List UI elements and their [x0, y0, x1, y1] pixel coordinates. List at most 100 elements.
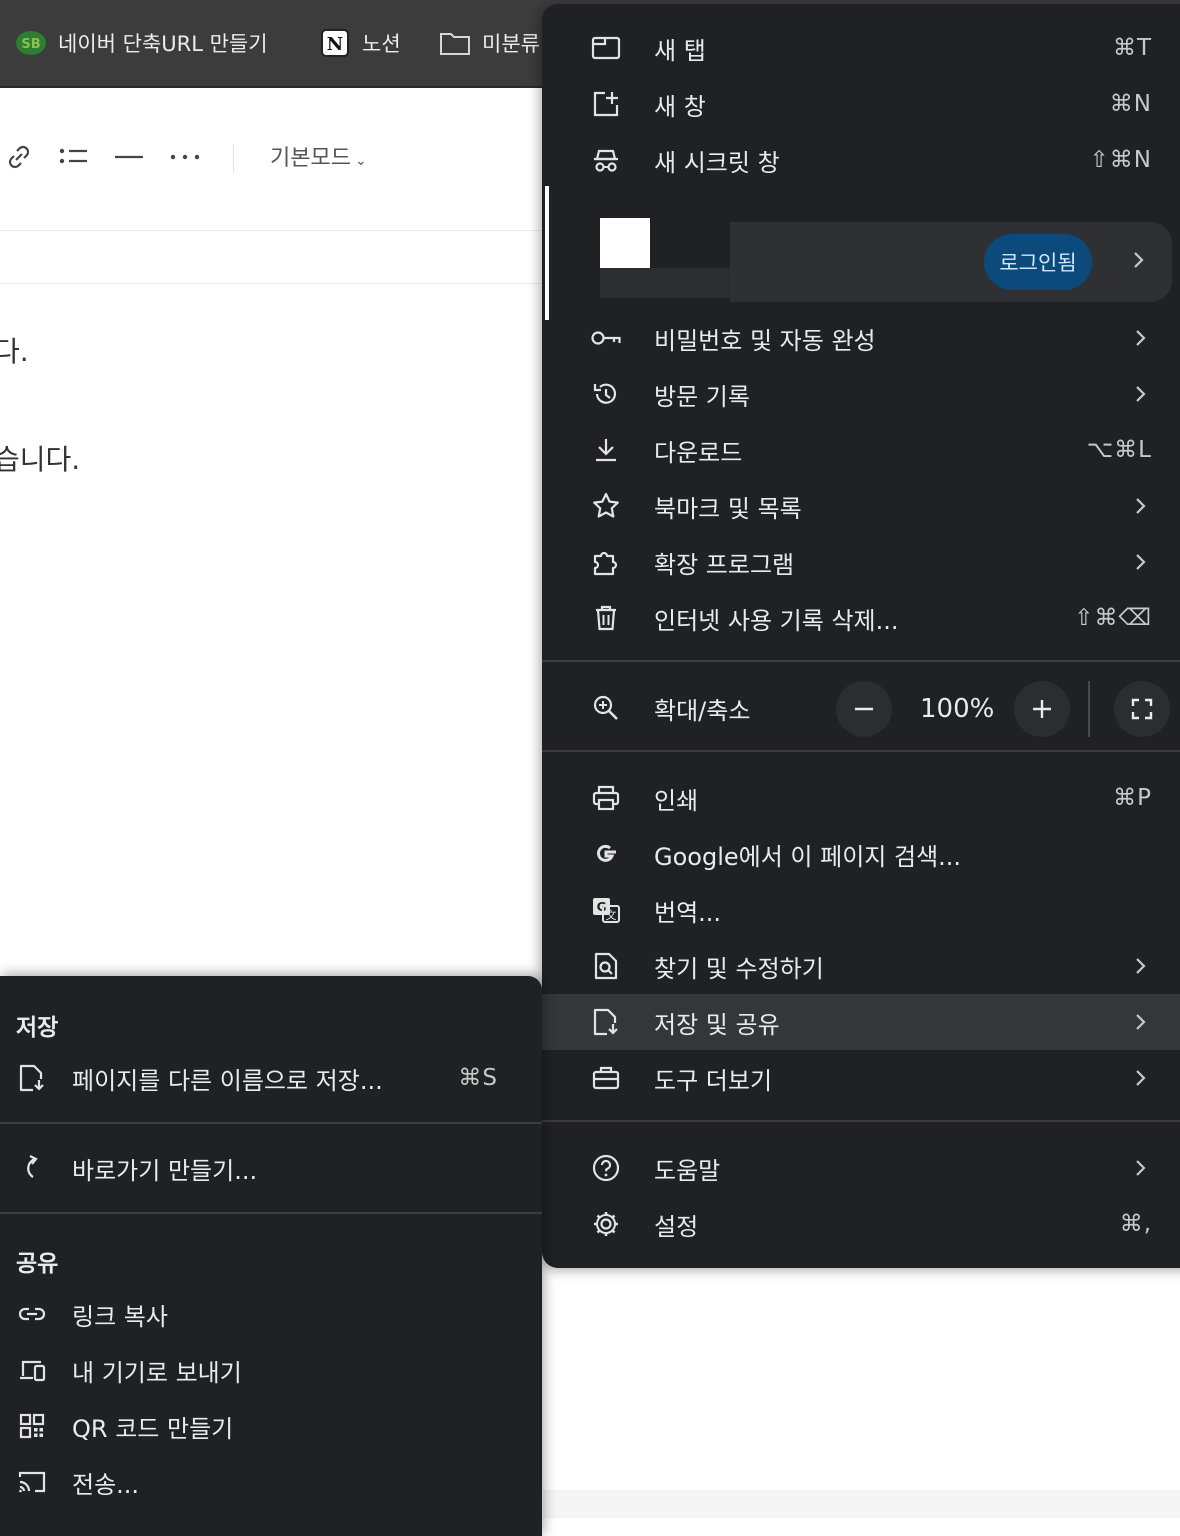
menu-item-label: 다운로드 [654, 438, 743, 467]
profile-row[interactable] [730, 222, 1172, 302]
horizontal-rule-icon[interactable] [112, 140, 146, 174]
submenu-divider [0, 1122, 542, 1124]
find-page-icon [590, 950, 622, 982]
submenu-item-label: 페이지를 다른 이름으로 저장... [72, 1066, 383, 1095]
download-icon [590, 434, 622, 466]
bookmark-label: 미분류 [482, 32, 540, 56]
menu-item-search-page[interactable]: Google에서 이 페이지 검색... [542, 826, 1180, 882]
signed-in-badge[interactable]: 로그인됨 [984, 234, 1092, 290]
save-page-icon [16, 1062, 48, 1094]
submenu-item-copy-link[interactable]: 링크 복사 [0, 1286, 542, 1342]
share-section-heading: 공유 [16, 1251, 59, 1277]
trash-icon [590, 602, 622, 634]
menu-item-save-share[interactable]: 저장 및 공유 [542, 994, 1180, 1050]
submenu-item-create-shortcut[interactable]: 바로가기 만들기... [0, 1140, 542, 1196]
zoom-icon [590, 692, 622, 724]
menu-item-more-tools[interactable]: 도구 더보기 [542, 1050, 1180, 1106]
menu-item-help[interactable]: 도움말 [542, 1140, 1180, 1196]
help-icon [590, 1152, 622, 1184]
menu-item-label: 방문 기록 [654, 382, 750, 411]
menu-item-label: 번역... [654, 898, 722, 927]
editor-mode-label: 기본모드 [270, 146, 351, 171]
avatar[interactable] [600, 218, 650, 268]
svg-text:SB: SB [21, 37, 40, 52]
shortcut-text: ⌥⌘L [1086, 437, 1152, 463]
menu-item-label: 비밀번호 및 자동 완성 [654, 326, 876, 355]
submenu-item-label: QR 코드 만들기 [72, 1414, 234, 1443]
star-icon [590, 490, 622, 522]
profile-focus-indicator [545, 186, 549, 320]
submenu-item-send-device[interactable]: 내 기기로 보내기 [0, 1342, 542, 1398]
menu-item-clear-data[interactable]: 인터넷 사용 기록 삭제... ⇧⌘⌫ [542, 590, 1180, 646]
menu-item-label: 찾기 및 수정하기 [654, 954, 824, 983]
submenu-item-qr-code[interactable]: QR 코드 만들기 [0, 1398, 542, 1454]
bookmark-notion[interactable]: N 노션 [318, 26, 401, 60]
menu-item-label: 인터넷 사용 기록 삭제... [654, 606, 899, 635]
save-section-heading: 저장 [16, 1015, 59, 1041]
menu-item-label: 도구 더보기 [654, 1066, 773, 1095]
link-icon[interactable] [2, 140, 36, 174]
menu-item-history[interactable]: 방문 기록 [542, 366, 1180, 422]
shortcut-text: ⌘T [1112, 35, 1152, 61]
shortcut-text: ⌘N [1109, 91, 1152, 117]
chrome-main-menu: 새 탭 ⌘T 새 창 ⌘N 새 시크릿 창 ⇧⌘N 로그인됨 비밀번호 및 자동… [542, 4, 1180, 1268]
menu-item-label: 확장 프로그램 [654, 550, 795, 579]
menu-item-passwords[interactable]: 비밀번호 및 자동 완성 [542, 310, 1180, 366]
menu-item-downloads[interactable]: 다운로드 ⌥⌘L [542, 422, 1180, 478]
menu-item-label: 저장 및 공유 [654, 1010, 780, 1039]
puzzle-icon [590, 546, 622, 578]
zoom-out-button[interactable] [836, 681, 892, 737]
menu-item-label: 확대/축소 [654, 696, 751, 725]
submenu-item-cast[interactable]: 전송... [0, 1454, 542, 1510]
printer-icon [590, 782, 622, 814]
menu-item-print[interactable]: 인쇄 ⌘P [542, 770, 1180, 826]
chevron-right-icon [1130, 1012, 1150, 1032]
submenu-item-label: 전송... [72, 1470, 140, 1499]
editor-page: 기본모드 ⌄ 다. 습니다. [0, 88, 542, 978]
shortcut-text: ⌘S [458, 1065, 498, 1091]
toolbox-icon [590, 1062, 622, 1094]
profile-top-bar [730, 204, 1180, 222]
menu-item-find-edit[interactable]: 찾기 및 수정하기 [542, 938, 1180, 994]
new-window-icon [590, 88, 622, 120]
menu-divider [542, 750, 1180, 752]
menu-item-label: 인쇄 [654, 786, 699, 815]
menu-item-label: 새 시크릿 창 [654, 148, 780, 177]
google-icon [590, 838, 622, 870]
menu-item-translate[interactable]: G文 번역... [542, 882, 1180, 938]
menu-item-bookmarks[interactable]: 북마크 및 목록 [542, 478, 1180, 534]
menu-item-incognito[interactable]: 새 시크릿 창 ⇧⌘N [542, 132, 1180, 188]
bookmark-label: 네이버 단축URL 만들기 [58, 32, 268, 56]
menu-item-new-tab[interactable]: 새 탭 ⌘T [542, 20, 1180, 76]
menu-item-new-window[interactable]: 새 창 ⌘N [542, 76, 1180, 132]
menu-item-label: Google에서 이 페이지 검색... [654, 842, 962, 871]
shortcut-text: ⌘P [1113, 785, 1152, 811]
bookmark-folder-misc[interactable]: 미분류 [438, 26, 540, 60]
chevron-right-icon [1130, 1158, 1150, 1178]
svg-text:N: N [327, 34, 343, 55]
sb-logo-icon: SB [14, 26, 48, 60]
save-share-submenu: 저장 페이지를 다른 이름으로 저장... ⌘S 바로가기 만들기... 공유 … [0, 976, 542, 1536]
submenu-item-save-as[interactable]: 페이지를 다른 이름으로 저장... ⌘S [0, 1050, 542, 1106]
svg-text:文: 文 [606, 908, 617, 922]
save-page-icon [590, 1006, 622, 1038]
folder-icon [438, 26, 472, 60]
incognito-icon [590, 144, 622, 176]
menu-item-settings[interactable]: 설정 ⌘, [542, 1196, 1180, 1252]
menu-item-extensions[interactable]: 확장 프로그램 [542, 534, 1180, 590]
page-background-bottom [543, 1268, 1180, 1518]
menu-item-label: 도움말 [654, 1156, 721, 1185]
bookmark-naver-shorturl[interactable]: SB 네이버 단축URL 만들기 [14, 26, 268, 60]
menu-item-label: 새 창 [654, 92, 706, 121]
fullscreen-button[interactable] [1114, 681, 1170, 737]
menu-item-label: 설정 [654, 1212, 699, 1241]
bullet-list-icon[interactable] [57, 140, 91, 174]
editor-mode-dropdown[interactable]: 기본모드 ⌄ [270, 140, 367, 172]
zoom-in-button[interactable] [1014, 681, 1070, 737]
cast-icon [16, 1466, 48, 1498]
more-options-icon[interactable] [168, 140, 202, 174]
key-icon [590, 322, 622, 354]
submenu-item-label: 바로가기 만들기... [72, 1156, 258, 1185]
chevron-right-icon [1130, 1068, 1150, 1088]
page-bottom-strip [543, 1490, 1180, 1518]
